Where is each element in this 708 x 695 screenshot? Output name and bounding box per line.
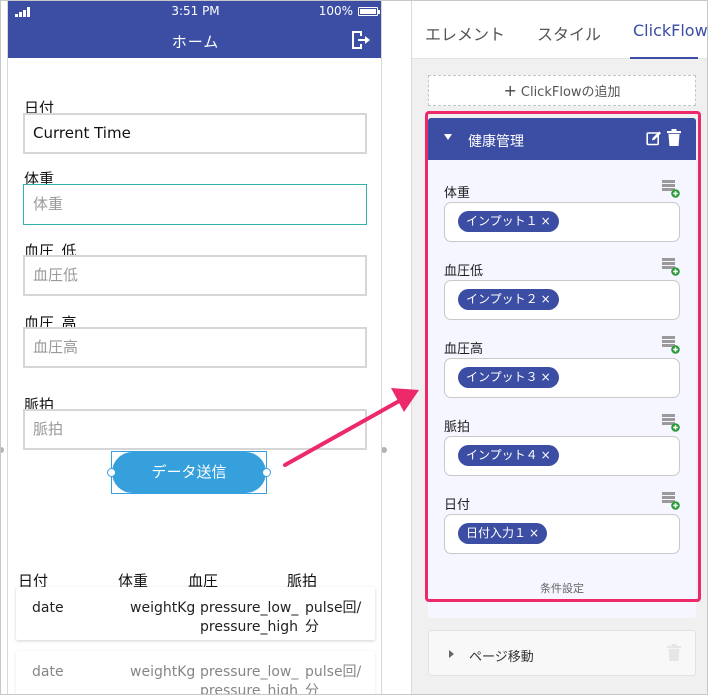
- panel-tabs: エレメント スタイル ClickFlow: [412, 1, 707, 59]
- app-navbar: ホーム: [8, 22, 381, 58]
- cell-pressure: pressure_low_pressure_high: [200, 600, 299, 635]
- add-clickflow-button[interactable]: + ClickFlowの追加: [428, 75, 696, 106]
- tab-clickflow[interactable]: ClickFlow: [633, 21, 707, 40]
- page-title: ホーム: [171, 33, 220, 51]
- tab-element[interactable]: エレメント: [425, 21, 505, 45]
- phone-preview: 3:51 PM 100% ホーム 日付 Current Time 体重 体重 血…: [7, 1, 382, 695]
- status-bar: 3:51 PM 100%: [8, 1, 381, 22]
- cell-date: date: [32, 600, 64, 616]
- cell-pulse: pulse回/分: [305, 664, 362, 695]
- table-row[interactable]: date weightKg pressure_low_pressure_high…: [16, 587, 375, 640]
- resize-handle-right[interactable]: [262, 468, 271, 477]
- resize-handle-left[interactable]: [107, 468, 116, 477]
- expand-caret-icon[interactable]: [449, 650, 454, 658]
- cell-pressure: pressure_low_pressure_high: [200, 664, 299, 695]
- plus-icon: +: [503, 81, 517, 100]
- page-move-label: ページ移動: [469, 650, 534, 665]
- table-row[interactable]: date weightKg pressure_low_pressure_high…: [16, 651, 375, 695]
- cell-weight: weightKg: [130, 600, 196, 616]
- active-tab-indicator: [630, 57, 698, 59]
- battery-icon: [358, 7, 380, 16]
- date-field[interactable]: Current Time: [23, 113, 367, 154]
- page-move-action[interactable]: ページ移動: [428, 630, 696, 676]
- pulse-input[interactable]: 脈拍: [23, 409, 367, 450]
- cell-pulse: pulse回/分: [305, 600, 362, 635]
- submit-button-selection: データ送信: [107, 451, 271, 494]
- submit-button[interactable]: データ送信: [112, 452, 266, 493]
- cell-date: date: [32, 664, 64, 680]
- highlight-frame: [425, 111, 701, 602]
- add-clickflow-label: ClickFlowの追加: [520, 85, 621, 100]
- trash-icon[interactable]: [667, 644, 681, 661]
- bp-low-input[interactable]: 血圧低: [23, 255, 367, 296]
- cell-weight: weightKg: [130, 664, 196, 680]
- connector-dot-left: [1, 447, 4, 453]
- weight-input[interactable]: 体重: [23, 184, 367, 225]
- logout-icon[interactable]: [349, 29, 371, 51]
- bp-high-input[interactable]: 血圧高: [23, 327, 367, 368]
- tab-style[interactable]: スタイル: [537, 21, 601, 45]
- battery-percent: 100%: [318, 4, 353, 18]
- app-window: 3:51 PM 100% ホーム 日付 Current Time 体重 体重 血…: [0, 0, 708, 695]
- design-canvas: 3:51 PM 100% ホーム 日付 Current Time 体重 体重 血…: [1, 1, 412, 695]
